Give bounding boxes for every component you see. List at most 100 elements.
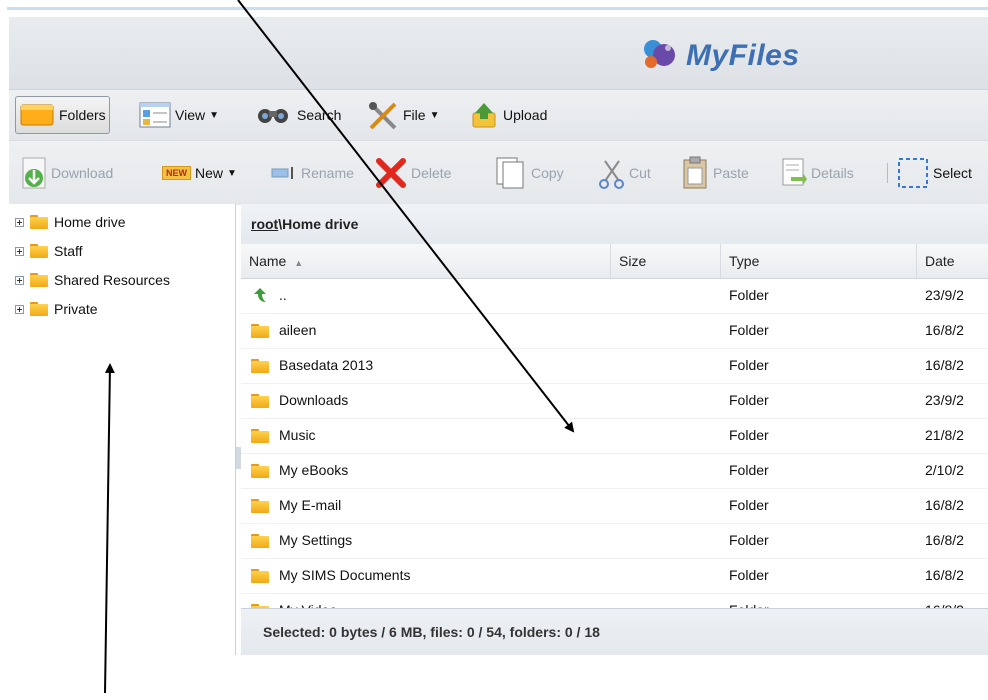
- table-row[interactable]: My Video Folder 16/8/2: [241, 593, 988, 608]
- tree-item-home-drive[interactable]: Home drive: [15, 211, 126, 233]
- chevron-down-icon: ▼: [429, 109, 440, 121]
- expand-icon[interactable]: [15, 217, 24, 227]
- table-row[interactable]: aileen Folder 16/8/2: [241, 313, 988, 349]
- cell-type: Folder: [729, 593, 769, 608]
- paste-button[interactable]: Paste: [681, 155, 749, 191]
- chevron-down-icon: ▼: [227, 167, 237, 179]
- selection-status: Selected: 0 bytes / 6 MB, files: 0 / 54,…: [263, 624, 600, 640]
- upload-icon: [472, 103, 496, 128]
- cell-type: Folder: [729, 497, 769, 513]
- folder-icon: [251, 533, 269, 548]
- tree-item-shared-resources[interactable]: Shared Resources: [15, 269, 170, 291]
- folder-icon: [251, 428, 269, 443]
- table-row[interactable]: Downloads Folder 23/9/2: [241, 383, 988, 419]
- details-label: Details: [811, 165, 854, 181]
- column-date-label: Date: [925, 253, 955, 269]
- cell-date: 23/9/2: [925, 287, 964, 303]
- breadcrumb-current: \Home drive: [278, 216, 359, 232]
- folders-button[interactable]: Folders: [15, 96, 110, 134]
- table-row[interactable]: .. Folder 23/9/2: [241, 278, 988, 314]
- new-menu-button[interactable]: NEW New ▼: [162, 155, 237, 191]
- details-button[interactable]: Details: [781, 155, 854, 191]
- status-bar: Selected: 0 bytes / 6 MB, files: 0 / 54,…: [241, 608, 988, 655]
- file-label: File: [403, 107, 426, 123]
- expand-icon[interactable]: [15, 246, 24, 256]
- folder-icon: [30, 244, 48, 258]
- tree-item-private[interactable]: Private: [15, 298, 98, 320]
- table-row[interactable]: My E-mail Folder 16/8/2: [241, 488, 988, 524]
- file-name: Basedata 2013: [279, 357, 374, 373]
- cell-date: 16/8/2: [925, 567, 964, 583]
- view-label: View: [175, 107, 206, 123]
- folders-label: Folders: [59, 107, 106, 123]
- paste-icon: [683, 156, 707, 189]
- file-name: My E-mail: [279, 497, 342, 513]
- cut-label: Cut: [629, 165, 651, 181]
- rename-button[interactable]: Rename: [271, 155, 354, 191]
- file-menu-button[interactable]: File ▼: [367, 97, 439, 133]
- file-list-panel: root\Home drive Name ▲ Size Type Date ..…: [241, 204, 988, 655]
- table-row[interactable]: My SIMS Documents Folder 16/8/2: [241, 558, 988, 594]
- cell-name: My SIMS Documents: [251, 558, 410, 593]
- cell-date: 16/8/2: [925, 593, 964, 608]
- cell-type: Folder: [729, 567, 769, 583]
- search-button[interactable]: Search: [255, 97, 341, 133]
- file-name: My Settings: [279, 532, 353, 548]
- cell-date: 21/8/2: [925, 427, 964, 443]
- view-menu-button[interactable]: View ▼: [139, 97, 219, 133]
- breadcrumb-root-link[interactable]: root: [251, 216, 278, 232]
- file-name: Downloads: [279, 392, 349, 408]
- cut-button[interactable]: Cut: [597, 155, 651, 191]
- delete-button[interactable]: Delete: [375, 155, 451, 191]
- rename-label: Rename: [301, 165, 354, 181]
- cell-type: Folder: [729, 532, 769, 548]
- table-row[interactable]: My eBooks Folder 2/10/2: [241, 453, 988, 489]
- up-arrow-icon: [254, 287, 266, 302]
- file-name: My SIMS Documents: [279, 567, 411, 583]
- new-label: New: [195, 165, 224, 181]
- cell-type: Folder: [729, 462, 769, 478]
- cell-date: 2/10/2: [925, 462, 964, 478]
- tree-item-label: Shared Resources: [54, 272, 170, 288]
- select-label: Select: [933, 165, 972, 181]
- file-list: .. Folder 23/9/2 aileen Folder 16/8/2 Ba…: [241, 278, 988, 608]
- upload-button[interactable]: Upload: [469, 97, 547, 133]
- select-icon: [898, 158, 928, 188]
- search-label: Search: [297, 107, 342, 123]
- expand-icon[interactable]: [15, 304, 24, 314]
- column-header-name[interactable]: Name ▲: [241, 244, 611, 278]
- toolbar-separator: [887, 163, 888, 183]
- column-header-size[interactable]: Size: [611, 244, 721, 278]
- myfiles-logo-icon: [644, 40, 675, 68]
- tree-item-staff[interactable]: Staff: [15, 240, 83, 262]
- binoculars-icon: [258, 109, 288, 123]
- cell-name: aileen: [251, 313, 316, 348]
- folders-icon: [20, 104, 54, 126]
- app-title: MyFiles: [686, 39, 800, 72]
- expand-icon[interactable]: [15, 275, 24, 285]
- cell-type: Folder: [729, 322, 769, 338]
- file-name: My eBooks: [279, 462, 349, 478]
- secondary-toolbar: Download NEW New ▼ Rename Delete Copy Cu…: [9, 140, 988, 205]
- table-row[interactable]: Basedata 2013 Folder 16/8/2: [241, 348, 988, 384]
- file-name: aileen: [279, 322, 317, 338]
- copy-button[interactable]: Copy: [493, 155, 564, 191]
- table-row[interactable]: Music Folder 21/8/2: [241, 418, 988, 454]
- folder-icon: [251, 463, 269, 478]
- window-top-edge: [7, 7, 988, 10]
- copy-label: Copy: [531, 165, 564, 181]
- folder-icon: [251, 358, 269, 373]
- file-name: Music: [279, 427, 316, 443]
- column-header-type[interactable]: Type: [721, 244, 917, 278]
- folder-icon: [30, 215, 48, 229]
- folder-icon: [251, 568, 269, 583]
- rename-icon: [271, 167, 293, 179]
- tree-item-label: Home drive: [54, 214, 126, 230]
- table-row[interactable]: My Settings Folder 16/8/2: [241, 523, 988, 559]
- folder-icon: [30, 273, 48, 287]
- select-button[interactable]: Select: [897, 155, 972, 191]
- download-button[interactable]: Download: [21, 155, 113, 191]
- delete-icon: [376, 158, 406, 188]
- download-label: Download: [51, 165, 114, 181]
- column-header-date[interactable]: Date: [917, 244, 988, 278]
